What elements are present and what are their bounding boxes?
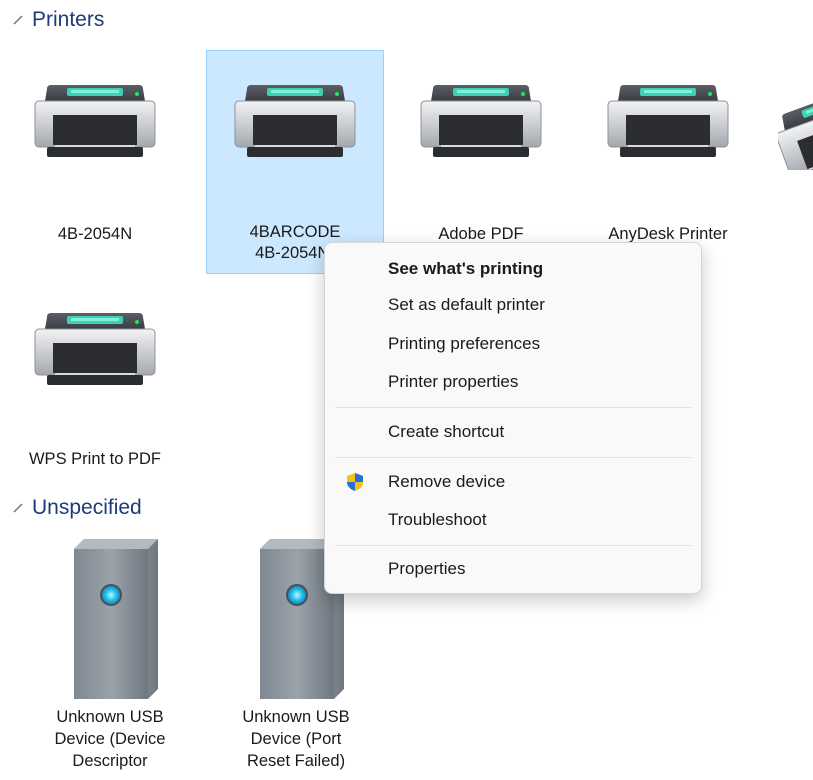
printer-icon [778,96,813,170]
menu-item-properties[interactable]: Properties [333,551,693,587]
collapse-chevron-icon[interactable] [10,12,26,28]
menu-separator [335,407,691,408]
device-tile-anydesk-printer[interactable]: AnyDesk Printer [579,52,757,272]
device-tile-unknown-usb-1[interactable]: Unknown USB Device (Device Descriptor [20,534,200,780]
printer-icon [606,85,730,165]
menu-item-create-shortcut[interactable]: Create shortcut [333,414,693,450]
device-tile-wps-print-to-pdf[interactable]: WPS Print to PDF [6,282,184,478]
device-label-line1: Unknown USB [242,708,350,726]
context-menu: See what's printing Set as default print… [324,242,702,594]
device-label-line2: Device (Port [250,730,342,748]
menu-item-label: Set as default printer [388,295,545,314]
printer-icon [33,85,157,165]
group-header-unspecified[interactable]: Unspecified [10,496,142,520]
uac-shield-icon [347,473,363,491]
device-label: 4B-2054N [57,225,133,243]
menu-item-remove-device[interactable]: Remove device [333,464,693,500]
group-header-printers[interactable]: Printers [10,8,104,32]
menu-item-label: Create shortcut [388,422,505,441]
menu-item-label: Troubleshoot [388,510,487,529]
device-label-line2: Device (Device [54,730,166,748]
device-label: WPS Print to PDF [28,450,162,468]
group-title: Printers [32,8,105,31]
menu-item-printer-properties[interactable]: Printer properties [333,364,693,400]
printer-icon [233,85,357,165]
device-label-line1: 4BARCODE [249,223,341,241]
menu-separator [335,545,691,546]
device-label-line1: Unknown USB [56,708,164,726]
menu-item-label: Printing preferences [388,334,541,353]
menu-item-label: Properties [388,559,466,578]
menu-item-label: See what's printing [388,259,544,278]
printer-icon [33,313,157,393]
device-tile-adobe-pdf[interactable]: Adobe PDF [392,52,570,272]
group-title: Unspecified [32,496,142,519]
device-tile-4b-2054n[interactable]: 4B-2054N [6,52,184,272]
printer-icon [419,85,543,165]
menu-item-troubleshoot[interactable]: Troubleshoot [333,502,693,538]
menu-item-printing-preferences[interactable]: Printing preferences [333,326,693,362]
menu-separator [335,457,691,458]
menu-item-label: Remove device [388,472,506,491]
usb-device-icon [62,539,158,699]
device-label-line3: Descriptor [72,752,148,770]
device-tile-4barcode[interactable]: 4BARCODE 4B-2054N( [206,50,384,274]
menu-item-set-as-default-printer[interactable]: Set as default printer [333,287,693,323]
device-label-line3: Reset Failed) [246,752,346,770]
device-tile-partial[interactable] [770,90,813,170]
menu-item-label: Printer properties [388,372,519,391]
menu-item-see-whats-printing[interactable]: See what's printing [333,251,693,287]
collapse-chevron-icon[interactable] [10,500,26,516]
